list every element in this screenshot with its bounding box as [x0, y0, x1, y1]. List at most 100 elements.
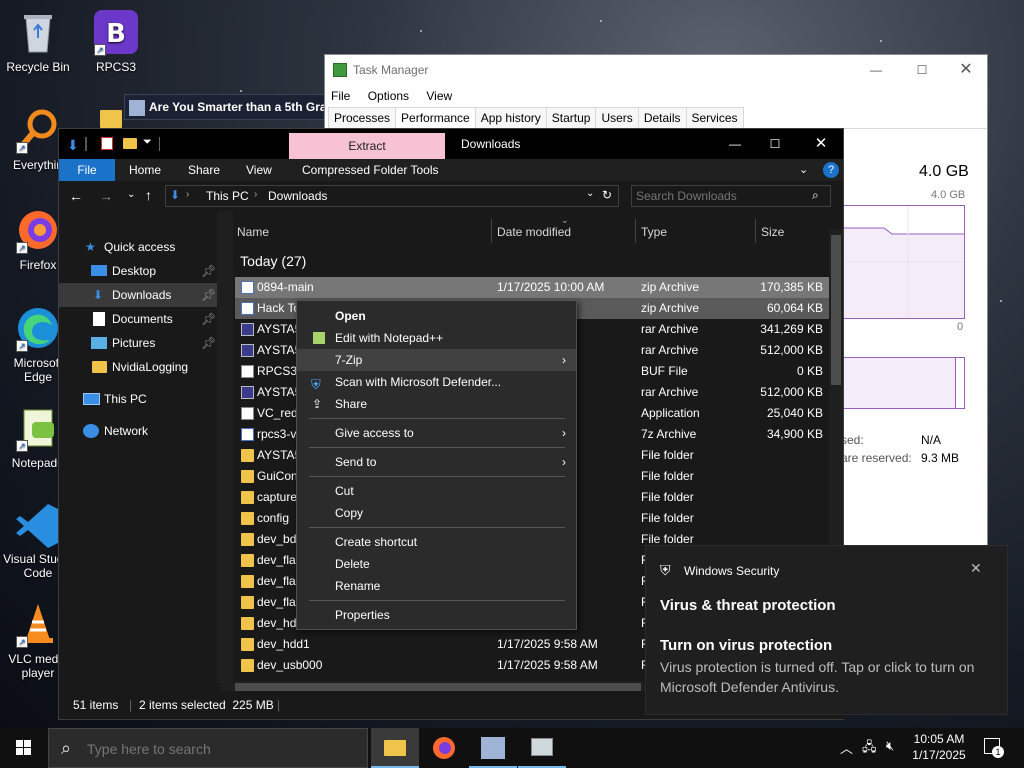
new-folder-icon[interactable] — [123, 138, 137, 149]
taskbar-search[interactable]: ⌕ — [48, 728, 368, 768]
close-icon[interactable]: ✕ — [805, 129, 837, 159]
taskbar-file-explorer[interactable] — [371, 728, 419, 768]
taskbar-firefox[interactable] — [420, 728, 468, 768]
close-icon[interactable]: ✕ — [970, 560, 982, 577]
action-center-button[interactable]: 1 — [984, 738, 1004, 758]
desktop-icon-recycle-bin[interactable]: Recycle Bin — [0, 8, 76, 74]
menu-item-edit-notepadpp[interactable]: Edit with Notepad++ — [297, 327, 576, 349]
breadcrumb-this-pc[interactable]: This PC — [206, 189, 249, 203]
menu-label: 7-Zip — [335, 353, 363, 367]
tab-startup[interactable]: Startup — [545, 107, 597, 128]
stat-value: 9.3 MB — [921, 451, 960, 465]
ribbon-view-tab[interactable]: View — [246, 159, 272, 181]
menu-item-send-to[interactable]: Send to › — [297, 451, 576, 473]
search-box[interactable]: ⌕ — [631, 185, 831, 207]
start-button[interactable] — [0, 728, 48, 768]
submenu-arrow-icon: › — [562, 426, 566, 440]
nav-quick-access[interactable]: ★ Quick access — [59, 235, 217, 259]
breadcrumb-downloads[interactable]: Downloads — [268, 189, 327, 203]
menu-item-give-access[interactable]: Give access to › — [297, 422, 576, 444]
ribbon-expand-icon[interactable]: ⌄ — [799, 159, 808, 181]
pin-icon[interactable]: 📌︎ — [201, 259, 216, 283]
nav-network[interactable]: Network — [59, 419, 217, 443]
desktop-icon-rpcs3[interactable]: B ↗ RPCS3 — [78, 8, 154, 74]
nav-documents[interactable]: Documents 📌︎ — [59, 307, 217, 331]
ribbon-file-tab[interactable]: File — [59, 159, 115, 181]
pin-icon[interactable]: 📌︎ — [201, 283, 216, 307]
ribbon-compressed-folder-tools-tab[interactable]: Compressed Folder Tools — [302, 159, 439, 181]
back-arrow-icon[interactable]: ← — [69, 188, 83, 204]
menu-item-share[interactable]: ⇪ Share — [297, 393, 576, 415]
pin-icon[interactable]: 📌︎ — [201, 307, 216, 331]
tab-app-history[interactable]: App history — [474, 107, 547, 128]
group-header[interactable]: ⌄ Today (27) — [235, 253, 306, 269]
file-row[interactable]: 0894-main 1/17/2025 10:00 AM zip Archive 17… — [235, 277, 829, 298]
properties-icon[interactable] — [101, 137, 113, 150]
menu-item-open[interactable]: Open — [297, 305, 576, 327]
column-header-name[interactable]: Name — [237, 225, 269, 239]
menu-item-cut[interactable]: Cut — [297, 480, 576, 502]
windows-security-toast[interactable]: ⛨ Windows Security ✕ Virus & threat prot… — [645, 545, 1008, 715]
refresh-icon[interactable]: ↻ — [602, 188, 612, 202]
scrollbar-thumb[interactable] — [831, 235, 841, 385]
menu-item-7zip[interactable]: 7-Zip › — [297, 349, 576, 371]
minimize-icon[interactable]: — — [719, 129, 751, 159]
taskbar-search-input[interactable] — [87, 739, 357, 759]
background-window[interactable]: Are You Smarter than a 5th Gra — [124, 94, 334, 120]
tab-users[interactable]: Users — [595, 107, 639, 128]
close-icon[interactable]: ✕ — [951, 55, 981, 85]
nav-nvidialogging[interactable]: NvidiaLogging — [59, 355, 217, 379]
selection-info: 2 items selected 225 MB — [139, 698, 274, 712]
maximize-icon[interactable]: ☐ — [759, 129, 791, 159]
desktop-icon — [91, 265, 107, 276]
forward-arrow-icon[interactable]: → — [99, 188, 113, 204]
tab-services[interactable]: Services — [685, 107, 744, 128]
extract-contextual-tab[interactable]: Extract — [289, 133, 445, 159]
menu-item-delete[interactable]: Delete — [297, 553, 576, 575]
nav-scrollbar[interactable] — [217, 211, 233, 683]
help-icon[interactable]: ? — [823, 162, 839, 178]
recent-locations-icon[interactable]: ⌄ — [127, 189, 135, 200]
clock[interactable]: 10:05 AM 1/17/2025 — [908, 731, 970, 763]
address-dropdown-icon[interactable]: ⌄ — [586, 188, 594, 199]
volume-muted-icon[interactable]: 🔇︎ — [886, 738, 894, 754]
minimize-icon[interactable]: — — [861, 55, 891, 85]
taskbar-task-manager[interactable] — [518, 728, 566, 768]
tab-performance[interactable]: Performance — [395, 107, 476, 128]
column-header-date[interactable]: Date modified — [497, 225, 571, 239]
up-arrow-icon[interactable]: ↑ — [145, 187, 152, 203]
show-hidden-icons-icon[interactable]: ︿ — [840, 738, 853, 757]
tab-processes[interactable]: Processes — [328, 107, 397, 128]
nav-desktop[interactable]: Desktop 📌︎ — [59, 259, 217, 283]
address-bar[interactable]: ⬇ › This PC › Downloads ⌄ ↻ — [165, 185, 619, 207]
network-icon[interactable]: 🖧︎ — [862, 738, 877, 760]
tab-details[interactable]: Details — [637, 107, 687, 128]
column-header-type[interactable]: Type — [641, 225, 667, 239]
column-header-size[interactable]: Size — [761, 225, 784, 239]
nav-this-pc[interactable]: This PC — [59, 387, 217, 411]
taskbar-game-window[interactable] — [469, 728, 517, 768]
nav-label: Pictures — [112, 336, 156, 350]
search-input[interactable] — [636, 188, 806, 204]
task-manager-titlebar[interactable]: Task Manager — ☐ ✕ — [325, 55, 987, 85]
nav-downloads[interactable]: ⬇ Downloads 📌︎ — [59, 283, 217, 307]
pin-icon[interactable]: 📌︎ — [201, 331, 216, 355]
menu-view[interactable]: View — [426, 89, 452, 103]
ribbon-home-tab[interactable]: Home — [129, 159, 161, 181]
menu-label: Edit with Notepad++ — [335, 331, 444, 345]
menu-item-scan-defender[interactable]: ⛨ Scan with Microsoft Defender... — [297, 371, 576, 393]
search-icon[interactable]: ⌕ — [812, 188, 819, 203]
menu-item-properties[interactable]: Properties — [297, 604, 576, 626]
menu-item-copy[interactable]: Copy — [297, 502, 576, 524]
scrollbar-thumb[interactable] — [235, 683, 641, 691]
nav-pictures[interactable]: Pictures 📌︎ — [59, 331, 217, 355]
menu-item-create-shortcut[interactable]: Create shortcut — [297, 531, 576, 553]
menu-options[interactable]: Options — [368, 89, 409, 103]
explorer-titlebar[interactable]: ⬇ ⏷ Extract Downloads — ☐ ✕ — [59, 129, 843, 159]
edge-icon: ↗ — [14, 304, 62, 352]
menu-file[interactable]: File — [331, 89, 350, 103]
quick-access-toolbar-dropdown-icon[interactable]: ⏷ — [143, 136, 152, 149]
menu-item-rename[interactable]: Rename — [297, 575, 576, 597]
maximize-icon[interactable]: ☐ — [907, 55, 937, 85]
ribbon-share-tab[interactable]: Share — [188, 159, 220, 181]
